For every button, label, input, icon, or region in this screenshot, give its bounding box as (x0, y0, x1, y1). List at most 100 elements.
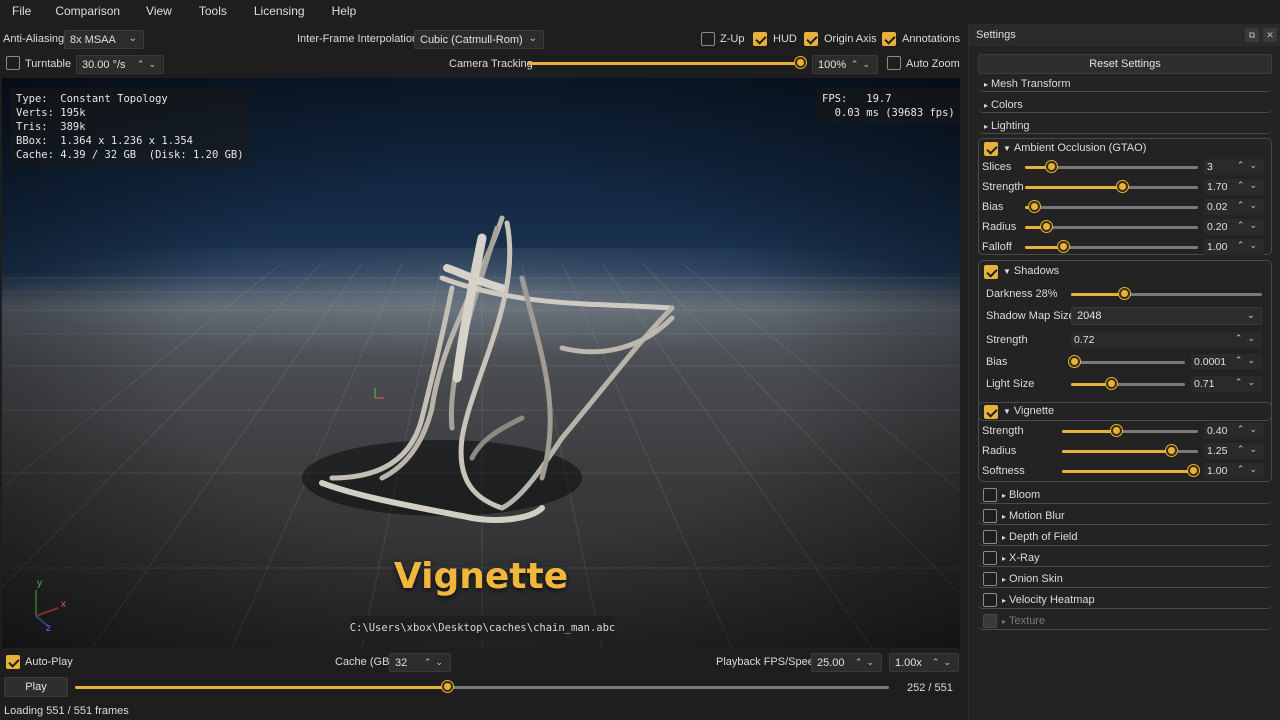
slider-handle[interactable] (1116, 181, 1128, 192)
section-velocity-heatmap[interactable]: ▸ Velocity Heatmap (978, 592, 1272, 609)
shadow-strength-input[interactable]: 0.72 ⌃⌄ (1071, 332, 1262, 348)
stepper-arrows-icon[interactable]: ⌃⌄ (424, 657, 447, 668)
light-size-slider[interactable] (1071, 378, 1185, 390)
close-icon[interactable]: ✕ (1263, 28, 1277, 42)
reset-settings-button[interactable]: Reset Settings (978, 54, 1272, 74)
slider-handle[interactable] (1165, 445, 1177, 456)
gtao-falloff-slider[interactable] (1025, 241, 1198, 253)
section-motion-blur[interactable]: ▸ Motion Blur (978, 508, 1272, 525)
play-button[interactable]: Play (4, 677, 68, 697)
stepper-arrows-icon[interactable]: ⌃⌄ (1237, 444, 1262, 455)
gtao-slices-slider[interactable] (1025, 161, 1198, 173)
slider-handle[interactable] (1119, 288, 1131, 299)
stepper-arrows-icon[interactable]: ⌃⌄ (851, 59, 874, 70)
auto-zoom-checkbox[interactable] (887, 56, 901, 70)
stepper-arrows-icon[interactable]: ⌃⌄ (137, 59, 160, 70)
shadow-map-size-select[interactable]: 2048 ⌄ (1071, 307, 1262, 325)
gtao-slices-input[interactable]: 3 ⌃⌄ (1204, 159, 1264, 175)
gtao-strength-input[interactable]: 1.70 ⌃⌄ (1204, 179, 1264, 195)
section-mesh-transform[interactable]: ▸ Mesh Transform (978, 78, 1272, 92)
cache-spinner[interactable]: 32 ⌃⌄ (389, 653, 451, 672)
stepper-arrows-icon[interactable]: ⌃⌄ (1237, 424, 1262, 435)
autoplay-checkbox[interactable] (6, 655, 20, 669)
stepper-arrows-icon[interactable]: ⌃⌄ (1237, 464, 1262, 475)
gtao-falloff-input[interactable]: 1.00 ⌃⌄ (1204, 239, 1264, 255)
stepper-arrows-icon[interactable]: ⌃⌄ (1237, 200, 1262, 211)
gtao-radius-slider[interactable] (1025, 221, 1198, 233)
menu-comparison[interactable]: Comparison (43, 4, 132, 18)
slider-handle[interactable] (1045, 161, 1057, 172)
section-onion-skin[interactable]: ▸ Onion Skin (978, 571, 1272, 588)
gtao-bias-input[interactable]: 0.02 ⌃⌄ (1204, 199, 1264, 215)
zoom-spinner[interactable]: 100% ⌃⌄ (812, 55, 878, 74)
shadow-bias-input[interactable]: 0.0001 ⌃⌄ (1191, 354, 1262, 370)
vignette-enable-checkbox[interactable] (984, 405, 998, 419)
depth-of-field-enable-checkbox[interactable] (983, 530, 997, 544)
slider-handle[interactable] (1028, 201, 1040, 212)
status-text: Loading 551 / 551 frames (4, 705, 129, 717)
menu-view[interactable]: View (132, 4, 184, 18)
menu-tools[interactable]: Tools (184, 4, 239, 18)
shadow-bias-slider[interactable] (1069, 356, 1185, 368)
vignette-radius-slider[interactable] (1062, 445, 1198, 457)
menu-help[interactable]: Help (317, 4, 369, 18)
motion-blur-enable-checkbox[interactable] (983, 509, 997, 523)
velocity-heatmap-enable-checkbox[interactable] (983, 593, 997, 607)
section-x-ray[interactable]: ▸ X-Ray (978, 550, 1272, 567)
vignette-softness-input[interactable]: 1.00 ⌃⌄ (1204, 463, 1264, 479)
hud-checkbox[interactable] (753, 32, 767, 46)
timeline-handle[interactable] (441, 681, 453, 692)
stepper-arrows-icon[interactable]: ⌃⌄ (1237, 240, 1262, 251)
section-title: Depth of Field (1009, 531, 1078, 543)
turntable-speed-spinner[interactable]: 30.00 °/s ⌃⌄ (76, 55, 164, 74)
annotations-checkbox[interactable] (882, 32, 896, 46)
interpolation-select[interactable]: Cubic (Catmull-Rom) ⌄ (414, 30, 544, 49)
zup-checkbox[interactable] (701, 32, 715, 46)
stepper-arrows-icon[interactable]: ⌃⌄ (1235, 377, 1260, 388)
stepper-arrows-icon[interactable]: ⌃⌄ (1235, 333, 1260, 344)
speed-spinner[interactable]: 1.00x ⌃⌄ (889, 653, 959, 672)
darkness-slider[interactable] (1071, 288, 1262, 300)
vignette-strength-input[interactable]: 0.40 ⌃⌄ (1204, 423, 1264, 439)
stepper-arrows-icon[interactable]: ⌃⌄ (855, 657, 878, 668)
auto-zoom-label: Auto Zoom (906, 58, 960, 70)
undock-icon[interactable]: ⧉ (1245, 28, 1259, 42)
slider-handle[interactable] (1187, 465, 1199, 476)
gtao-radius-input[interactable]: 0.20 ⌃⌄ (1204, 219, 1264, 235)
vignette-radius-input[interactable]: 1.25 ⌃⌄ (1204, 443, 1264, 459)
slider-handle[interactable] (795, 57, 806, 68)
menu-file[interactable]: File (0, 4, 43, 18)
gtao-strength-slider[interactable] (1025, 181, 1198, 193)
slider-handle[interactable] (1040, 221, 1052, 232)
light-size-input[interactable]: 0.71 ⌃⌄ (1191, 376, 1262, 392)
section-lighting[interactable]: ▸ Lighting (978, 120, 1272, 134)
slider-handle[interactable] (1105, 378, 1117, 389)
stepper-arrows-icon[interactable]: ⌃⌄ (1237, 220, 1262, 231)
stepper-arrows-icon[interactable]: ⌃⌄ (932, 657, 955, 668)
menu-licensing[interactable]: Licensing (239, 4, 317, 18)
gtao-enable-checkbox[interactable] (984, 142, 998, 156)
shadows-enable-checkbox[interactable] (984, 265, 998, 279)
slider-handle[interactable] (1069, 356, 1081, 367)
origin-axis-checkbox[interactable] (804, 32, 818, 46)
section-depth-of-field[interactable]: ▸ Depth of Field (978, 529, 1272, 546)
section-colors[interactable]: ▸ Colors (978, 99, 1272, 113)
3d-viewport[interactable]: y x z Type: Constant Topology Verts: 195… (2, 78, 960, 648)
section-bloom[interactable]: ▸ Bloom (978, 487, 1272, 504)
x-ray-enable-checkbox[interactable] (983, 551, 997, 565)
slider-handle[interactable] (1058, 241, 1070, 252)
vignette-strength-slider[interactable] (1062, 425, 1198, 437)
fps-spinner[interactable]: 25.00 ⌃⌄ (811, 653, 882, 672)
slider-handle[interactable] (1111, 425, 1123, 436)
onion-skin-enable-checkbox[interactable] (983, 572, 997, 586)
timeline-slider[interactable] (75, 681, 889, 693)
camera-tracking-slider[interactable] (528, 57, 806, 69)
stepper-arrows-icon[interactable]: ⌃⌄ (1235, 355, 1260, 366)
vignette-softness-slider[interactable] (1062, 465, 1199, 477)
anti-aliasing-select[interactable]: 8x MSAA ⌄ (64, 30, 144, 49)
turntable-checkbox[interactable] (6, 56, 20, 70)
stepper-arrows-icon[interactable]: ⌃⌄ (1237, 180, 1262, 191)
bloom-enable-checkbox[interactable] (983, 488, 997, 502)
gtao-bias-slider[interactable] (1025, 201, 1198, 213)
stepper-arrows-icon[interactable]: ⌃⌄ (1237, 160, 1262, 171)
